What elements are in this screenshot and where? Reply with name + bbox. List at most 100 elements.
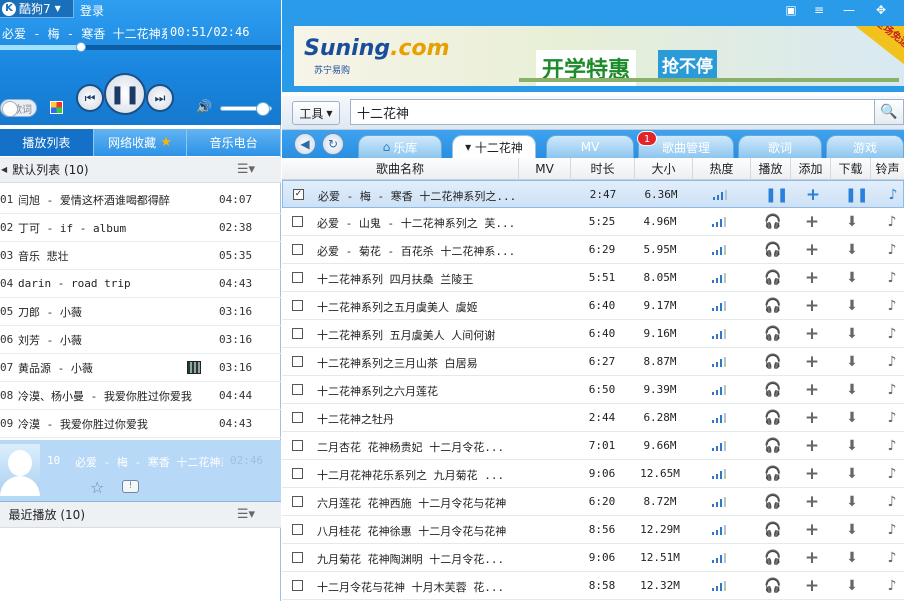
- skin-icon[interactable]: [50, 101, 63, 114]
- download-icon[interactable]: ⬇: [844, 270, 860, 286]
- table-row[interactable]: 必爱 - 山鬼 - 十二花神系列之 芙... 5:25 4.96M 🎧 + ⬇ ♪: [282, 208, 904, 236]
- row-checkbox[interactable]: [292, 384, 303, 395]
- ringtone-icon[interactable]: ♪: [884, 382, 900, 398]
- ringtone-icon[interactable]: ♪: [884, 270, 900, 286]
- current-song-item[interactable]: 10 必爱 - 梅 - 寒香 十二花神系列之 02:46 ☆ !: [0, 440, 281, 502]
- download-icon[interactable]: ⬇: [844, 214, 860, 230]
- row-checkbox[interactable]: [292, 244, 303, 255]
- add-icon[interactable]: +: [804, 438, 820, 455]
- headphones-icon[interactable]: 🎧: [764, 326, 781, 342]
- tab-music-library[interactable]: ⌂ 乐库: [358, 135, 442, 158]
- volume-icon[interactable]: 🔊: [196, 100, 212, 115]
- table-row[interactable]: 十二花神系列之三月山茶 白居易 6:27 8.87M 🎧 + ⬇ ♪: [282, 348, 904, 376]
- tab-network-favorites[interactable]: 网络收藏 ★: [94, 129, 188, 156]
- table-row[interactable]: ✓ 必爱 - 梅 - 寒香 十二花神系列之... 2:47 6.36M ❚❚ + ❚❚ ♪: [282, 180, 904, 208]
- add-icon[interactable]: +: [804, 326, 820, 343]
- list-item[interactable]: 04 darin - road trip 04:43: [0, 270, 281, 298]
- headphones-icon[interactable]: 🎧: [764, 550, 781, 566]
- list-menu-icon[interactable]: ☰▾: [237, 507, 255, 522]
- result-song-name[interactable]: 十二月令花与花神 十月木芙蓉 花...: [317, 579, 527, 595]
- row-checkbox[interactable]: [292, 524, 303, 535]
- headphones-icon[interactable]: 🎧: [764, 298, 781, 314]
- lyrics-toggle[interactable]: 歌词: [0, 99, 37, 117]
- ringtone-icon[interactable]: ♪: [884, 354, 900, 370]
- pause-button[interactable]: ❚❚: [104, 73, 146, 115]
- pause-download-icon[interactable]: ❚❚: [845, 187, 868, 203]
- list-item[interactable]: 06 刘芳 - 小薇 03:16: [0, 326, 281, 354]
- minimize-icon[interactable]: —: [840, 2, 858, 18]
- add-icon[interactable]: +: [804, 354, 820, 371]
- row-checkbox[interactable]: [292, 468, 303, 479]
- login-link[interactable]: 登录: [80, 2, 104, 19]
- col-heat[interactable]: 热度: [692, 158, 750, 180]
- recent-list-header[interactable]: 最近播放 (10) ☰▾: [0, 502, 281, 528]
- pause-icon[interactable]: ❚❚: [765, 187, 788, 203]
- headphones-icon[interactable]: 🎧: [764, 214, 781, 230]
- ringtone-icon[interactable]: ♪: [884, 466, 900, 482]
- add-icon[interactable]: +: [804, 298, 820, 315]
- tab-search-result[interactable]: ▾ 十二花神: [452, 135, 536, 158]
- ringtone-icon[interactable]: ♪: [884, 410, 900, 426]
- list-item[interactable]: 08 冷漠、杨小曼 - 我爱你胜过你爱我 04:44: [0, 382, 281, 410]
- mv-film-icon[interactable]: [187, 361, 201, 374]
- favorite-star-icon[interactable]: ☆: [90, 478, 104, 497]
- search-input[interactable]: 十二花神: [350, 99, 878, 125]
- list-item[interactable]: 01 闫旭 - 爱情这杯酒谁喝都得醉 04:07: [0, 186, 281, 214]
- add-icon[interactable]: +: [804, 242, 820, 259]
- col-size[interactable]: 大小: [634, 158, 692, 180]
- result-song-name[interactable]: 十二花神系列之三月山茶 白居易: [317, 355, 527, 371]
- ad-banner[interactable]: Suning.com 苏宁易购 开学特惠 抢不停 全场免运: [294, 26, 904, 86]
- row-checkbox[interactable]: [292, 412, 303, 423]
- table-row[interactable]: 十二花神之牡丹 2:44 6.28M 🎧 + ⬇ ♪: [282, 404, 904, 432]
- tab-radio[interactable]: 音乐电台: [187, 129, 282, 156]
- menu-icon[interactable]: ≡: [810, 2, 828, 18]
- col-mv[interactable]: MV: [518, 158, 570, 180]
- result-song-name[interactable]: 十二花神之牡丹: [317, 411, 527, 427]
- result-song-name[interactable]: 十二花神系列之五月虞美人 虞姬: [317, 299, 527, 315]
- add-icon[interactable]: +: [804, 410, 820, 427]
- ringtone-icon[interactable]: ♪: [884, 298, 900, 314]
- headphones-icon[interactable]: 🎧: [764, 270, 781, 286]
- tools-button[interactable]: 工具 ▼: [292, 101, 340, 125]
- add-icon[interactable]: +: [804, 494, 820, 511]
- progress-bar[interactable]: [0, 42, 281, 52]
- row-checkbox[interactable]: [292, 496, 303, 507]
- download-icon[interactable]: ⬇: [844, 438, 860, 454]
- list-item[interactable]: 03 音乐 悲壮 05:35: [0, 242, 281, 270]
- add-icon[interactable]: +: [805, 187, 821, 204]
- row-checkbox[interactable]: [292, 216, 303, 227]
- table-row[interactable]: 二月杏花 花神杨贵妃 十二月令花... 7:01 9.66M 🎧 + ⬇ ♪: [282, 432, 904, 460]
- download-icon[interactable]: ⬇: [844, 242, 860, 258]
- result-song-name[interactable]: 六月莲花 花神西施 十二月令花与花神: [317, 495, 527, 511]
- result-song-name[interactable]: 必爱 - 山鬼 - 十二花神系列之 芙...: [317, 215, 527, 231]
- headphones-icon[interactable]: 🎧: [764, 522, 781, 538]
- headphones-icon[interactable]: 🎧: [764, 382, 781, 398]
- result-song-name[interactable]: 十二花神系列 四月扶桑 兰陵王: [317, 271, 527, 287]
- tab-mv[interactable]: MV: [546, 135, 634, 158]
- ringtone-icon[interactable]: ♪: [884, 578, 900, 594]
- result-song-name[interactable]: 必爱 - 梅 - 寒香 十二花神系列之...: [318, 188, 528, 204]
- download-icon[interactable]: ⬇: [844, 410, 860, 426]
- table-row[interactable]: 十二花神系列之五月虞美人 虞姬 6:40 9.17M 🎧 + ⬇ ♪: [282, 292, 904, 320]
- table-row[interactable]: 十二月花神花乐系列之 九月菊花 ... 9:06 12.65M 🎧 + ⬇ ♪: [282, 460, 904, 488]
- refresh-button[interactable]: ↻: [322, 133, 344, 155]
- table-row[interactable]: 必爱 - 菊花 - 百花杀 十二花神系... 6:29 5.95M 🎧 + ⬇ ♪: [282, 236, 904, 264]
- add-icon[interactable]: +: [804, 270, 820, 287]
- headphones-icon[interactable]: 🎧: [764, 494, 781, 510]
- row-checkbox[interactable]: [292, 300, 303, 311]
- list-item[interactable]: 09 冷漠 - 我爱你胜过你爱我 04:43: [0, 410, 281, 438]
- table-row[interactable]: 十二月令花与花神 十月木芙蓉 花... 8:58 12.32M 🎧 + ⬇ ♪: [282, 572, 904, 600]
- add-icon[interactable]: +: [804, 522, 820, 539]
- result-song-name[interactable]: 二月杏花 花神杨贵妃 十二月令花...: [317, 439, 527, 455]
- list-item[interactable]: 02 丁可 - if - album 02:38: [0, 214, 281, 242]
- row-checkbox[interactable]: [292, 552, 303, 563]
- download-icon[interactable]: ⬇: [844, 354, 860, 370]
- download-icon[interactable]: ⬇: [844, 298, 860, 314]
- move-icon[interactable]: ✥: [872, 2, 890, 18]
- download-icon[interactable]: ⬇: [844, 326, 860, 342]
- headphones-icon[interactable]: 🎧: [764, 466, 781, 482]
- table-row[interactable]: 六月莲花 花神西施 十二月令花与花神 6:20 8.72M 🎧 + ⬇ ♪: [282, 488, 904, 516]
- result-song-name[interactable]: 十二月花神花乐系列之 九月菊花 ...: [317, 467, 527, 483]
- search-button[interactable]: 🔍: [874, 99, 904, 125]
- row-checkbox[interactable]: [292, 580, 303, 591]
